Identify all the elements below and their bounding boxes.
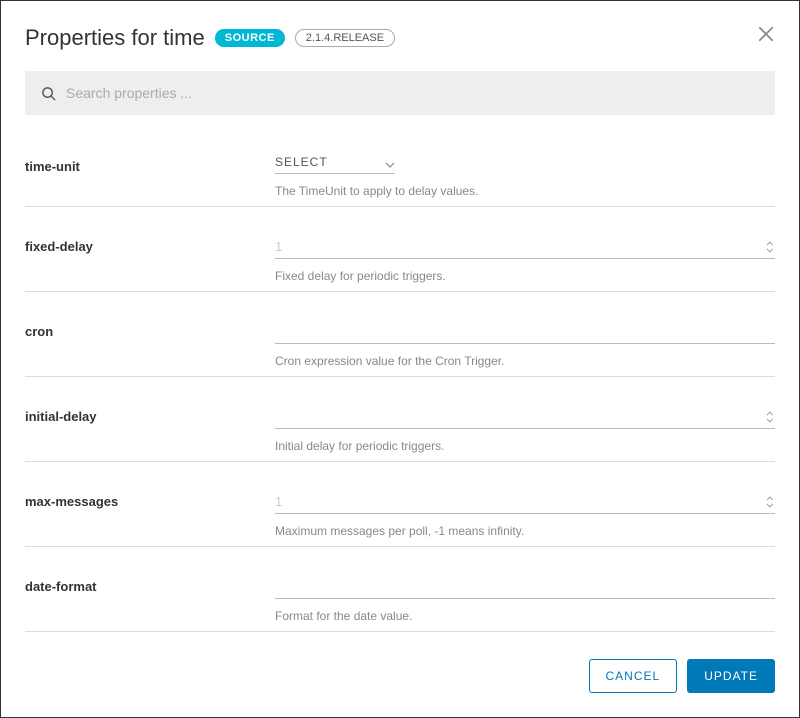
initial-delay-input[interactable]	[275, 405, 765, 428]
number-stepper-icon[interactable]	[765, 240, 775, 254]
update-button[interactable]: UPDATE	[687, 659, 775, 693]
date-format-input[interactable]	[275, 575, 775, 599]
properties-list: time-unit SELECT The TimeUnit to apply t…	[25, 143, 775, 643]
property-row-fixed-delay: fixed-delay Fixed delay for periodic tri…	[25, 223, 775, 292]
help-text: Fixed delay for periodic triggers.	[275, 269, 775, 283]
close-icon[interactable]	[757, 25, 775, 43]
property-label: max-messages	[25, 490, 275, 538]
property-row-cron: cron Cron expression value for the Cron …	[25, 308, 775, 377]
number-stepper-icon[interactable]	[765, 495, 775, 509]
help-text: The TimeUnit to apply to delay values.	[275, 184, 775, 198]
property-label: date-format	[25, 575, 275, 623]
help-text: Maximum messages per poll, -1 means infi…	[275, 524, 775, 538]
property-label: fixed-delay	[25, 235, 275, 283]
help-text: Format for the date value.	[275, 609, 775, 623]
property-label: initial-delay	[25, 405, 275, 453]
version-badge: 2.1.4.RELEASE	[295, 29, 395, 47]
property-row-time-unit: time-unit SELECT The TimeUnit to apply t…	[25, 143, 775, 207]
fixed-delay-input[interactable]	[275, 235, 765, 258]
modal-footer: CANCEL UPDATE	[25, 643, 775, 693]
max-messages-input[interactable]	[275, 490, 765, 513]
search-icon	[41, 86, 56, 101]
time-unit-select[interactable]: SELECT	[275, 155, 395, 174]
source-badge: SOURCE	[215, 29, 285, 47]
property-row-initial-delay: initial-delay Initial delay for periodic…	[25, 393, 775, 462]
property-label: cron	[25, 320, 275, 368]
chevron-down-icon	[385, 157, 395, 167]
select-text: SELECT	[275, 155, 385, 169]
properties-modal: Properties for time SOURCE 2.1.4.RELEASE…	[1, 1, 799, 717]
search-box[interactable]	[25, 71, 775, 115]
number-stepper-icon[interactable]	[765, 410, 775, 424]
help-text: Cron expression value for the Cron Trigg…	[275, 354, 775, 368]
cancel-button[interactable]: CANCEL	[589, 659, 678, 693]
search-input[interactable]	[66, 85, 759, 101]
cron-input[interactable]	[275, 320, 775, 344]
property-row-date-format: date-format Format for the date value.	[25, 563, 775, 632]
help-text: Initial delay for periodic triggers.	[275, 439, 775, 453]
property-row-max-messages: max-messages Maximum messages per poll, …	[25, 478, 775, 547]
modal-title: Properties for time	[25, 25, 205, 51]
property-label: time-unit	[25, 155, 275, 198]
modal-header: Properties for time SOURCE 2.1.4.RELEASE	[25, 25, 775, 51]
